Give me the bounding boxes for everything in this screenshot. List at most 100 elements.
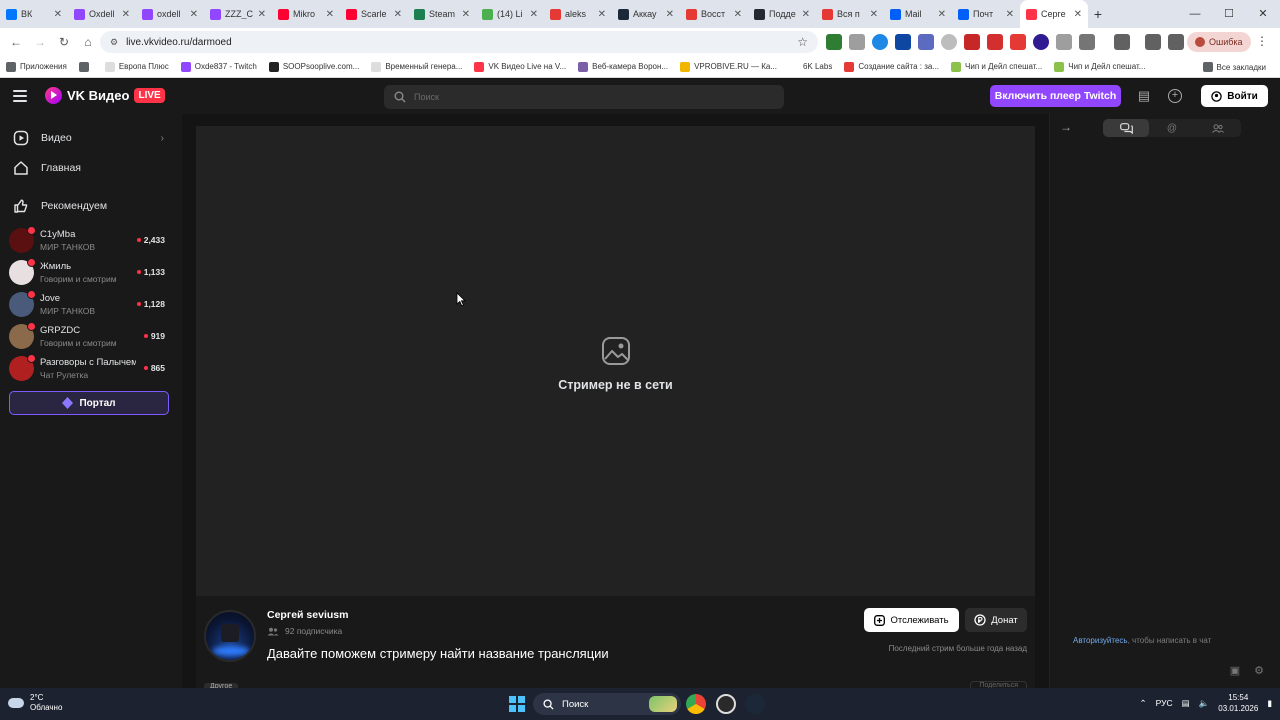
browser-tab[interactable]: Аккау ✕ (612, 0, 680, 28)
media-icon[interactable] (1114, 34, 1130, 50)
new-tab-button[interactable]: + (1088, 6, 1108, 22)
channel-item[interactable]: Жмиль Говорим и смотрим 1,133 (0, 257, 182, 287)
chat-settings-icon[interactable]: ⚙ (1254, 664, 1264, 677)
chrome-icon[interactable] (686, 694, 706, 714)
bookmark-star-icon[interactable]: ☆ (797, 35, 808, 49)
windows-start-icon[interactable] (509, 696, 525, 712)
close-tab-icon[interactable]: ✕ (802, 9, 810, 20)
puzzle-icon[interactable] (1079, 34, 1095, 50)
all-bookmarks-button[interactable]: Все закладки (1197, 56, 1272, 78)
channel-item[interactable]: Разговоры с Палычем Чат Рулетка 865 (0, 353, 182, 383)
collapse-chat-icon[interactable]: → (1060, 120, 1072, 134)
extension-icon[interactable] (941, 34, 957, 50)
back-button[interactable]: ← (4, 35, 28, 49)
browser-tab[interactable]: Почт ✕ (952, 0, 1020, 28)
enable-twitch-player-button[interactable]: Включить плеер Twitch (990, 85, 1121, 107)
extension-icon[interactable] (1010, 34, 1026, 50)
bookmark-item[interactable]: Европа Плюс (99, 56, 175, 78)
clock[interactable]: 15:54 03.01.2026 (1218, 692, 1258, 714)
chevron-up-icon[interactable]: ⌃ (1139, 698, 1146, 709)
extension-icon[interactable] (849, 34, 865, 50)
login-button[interactable]: Войти (1201, 85, 1268, 107)
donate-button[interactable]: Донат (965, 608, 1027, 632)
channel-item[interactable]: GRPZDC Говорим и смотрим 919 (0, 321, 182, 351)
bookmark-item[interactable]: Oxde837 - Twitch (175, 56, 263, 78)
bookmark-item[interactable]: Приложения (0, 56, 73, 78)
maximize-button[interactable]: ☐ (1212, 0, 1246, 28)
home-button[interactable]: ⌂ (76, 35, 100, 49)
streamer-avatar[interactable] (204, 610, 256, 662)
extension-icon[interactable] (895, 34, 911, 50)
obs-icon[interactable] (716, 694, 736, 714)
add-icon[interactable]: + (1168, 89, 1182, 103)
browser-tab[interactable]: Oxdell ✕ (68, 0, 136, 28)
channel-item[interactable]: C1yMba МИР ТАНКОВ 2,433 (0, 225, 182, 255)
browser-tab[interactable]: Подде ✕ (748, 0, 816, 28)
browser-tab[interactable]: ZZZ_C ✕ (204, 0, 272, 28)
extension-icon[interactable] (1033, 34, 1049, 50)
site-info-icon[interactable]: ⚙ (110, 37, 118, 48)
browser-tab[interactable]: ВК ✕ (0, 0, 68, 28)
bookmark-item[interactable]: SOOPsooplive.com... (263, 56, 365, 78)
bookmark-item[interactable]: Чип и Дейл спешат... (1048, 56, 1151, 78)
channel-item[interactable]: Jove МИР ТАНКОВ 1,128 (0, 289, 182, 319)
address-bar[interactable]: ⚙ live.vkvideo.ru/darmoed ☆ (100, 31, 818, 53)
streamer-name[interactable]: Сергей seviusm (267, 609, 348, 621)
tab-chat[interactable] (1103, 119, 1149, 137)
close-tab-icon[interactable]: ✕ (598, 9, 606, 20)
chat-login-link[interactable]: Авторизуйтесь (1073, 636, 1128, 645)
network-icon[interactable]: ▤ (1182, 698, 1190, 709)
notifications-icon[interactable]: ▤ (1137, 89, 1151, 103)
reading-list-icon[interactable] (1145, 34, 1161, 50)
notifications-bell-icon[interactable]: ▮ (1267, 698, 1272, 709)
bookmark-item[interactable]: Временный генера... (365, 56, 468, 78)
sidebar-item-home[interactable]: Главная (0, 154, 182, 182)
close-tab-icon[interactable]: ✕ (190, 9, 198, 20)
close-tab-icon[interactable]: ✕ (462, 9, 470, 20)
language-indicator[interactable]: РУС (1156, 698, 1173, 708)
reload-button[interactable]: ↻ (52, 35, 76, 49)
emoji-panel-icon[interactable]: ▣ (1230, 664, 1240, 677)
steam-icon[interactable] (745, 694, 765, 714)
browser-tab[interactable]: oxdell ✕ (136, 0, 204, 28)
browser-tab[interactable]: Mikro ✕ (272, 0, 340, 28)
sidebar-item-recommended[interactable]: Рекомендуем (0, 192, 182, 220)
browser-tab[interactable]: (14) Li ✕ (476, 0, 544, 28)
tab-viewers[interactable] (1195, 119, 1241, 137)
minimize-button[interactable]: — (1178, 0, 1212, 28)
close-tab-icon[interactable]: ✕ (1074, 9, 1082, 20)
bookmark-item[interactable]: Создание сайта : за... (838, 56, 945, 78)
tab-mentions[interactable]: @ (1149, 119, 1195, 137)
forward-button[interactable]: → (28, 35, 52, 49)
search-input[interactable] (414, 92, 754, 102)
follow-button[interactable]: Отслеживать (864, 608, 959, 632)
browser-tab[interactable]: Вся п ✕ (816, 0, 884, 28)
extension-icon[interactable] (1056, 34, 1072, 50)
extension-icon[interactable] (918, 34, 934, 50)
close-tab-icon[interactable]: ✕ (54, 9, 62, 20)
vk-video-logo[interactable]: VK Видео LIVE (45, 87, 165, 104)
browser-tab[interactable]: aleks ✕ (544, 0, 612, 28)
close-tab-icon[interactable]: ✕ (666, 9, 674, 20)
volume-icon[interactable]: 🔈 (1199, 698, 1210, 709)
video-player[interactable]: Стример не в сети (196, 126, 1035, 596)
close-tab-icon[interactable]: ✕ (258, 9, 266, 20)
extension-icon[interactable] (987, 34, 1003, 50)
bookmark-item[interactable]: VPROBIVE.RU — Ка... (674, 56, 783, 78)
taskbar-search[interactable]: Поиск (533, 693, 681, 715)
extension-icon[interactable] (826, 34, 842, 50)
browser-tab[interactable]: Серге ✕ (1020, 0, 1088, 28)
close-tab-icon[interactable]: ✕ (734, 9, 742, 20)
profile-error-chip[interactable]: Ошибка (1187, 32, 1251, 52)
menu-icon[interactable] (13, 90, 27, 102)
search-bar[interactable] (384, 85, 784, 109)
bookmark-item[interactable]: Веб-камера Ворон... (572, 56, 674, 78)
close-tab-icon[interactable]: ✕ (326, 9, 334, 20)
close-tab-icon[interactable]: ✕ (1006, 9, 1014, 20)
split-view-icon[interactable] (1168, 34, 1184, 50)
browser-tab[interactable]: Mail ✕ (884, 0, 952, 28)
close-window-button[interactable]: ✕ (1246, 0, 1280, 28)
browser-tab[interactable]: Восст ✕ (680, 0, 748, 28)
bookmark-item[interactable] (73, 56, 99, 78)
extension-icon[interactable] (964, 34, 980, 50)
